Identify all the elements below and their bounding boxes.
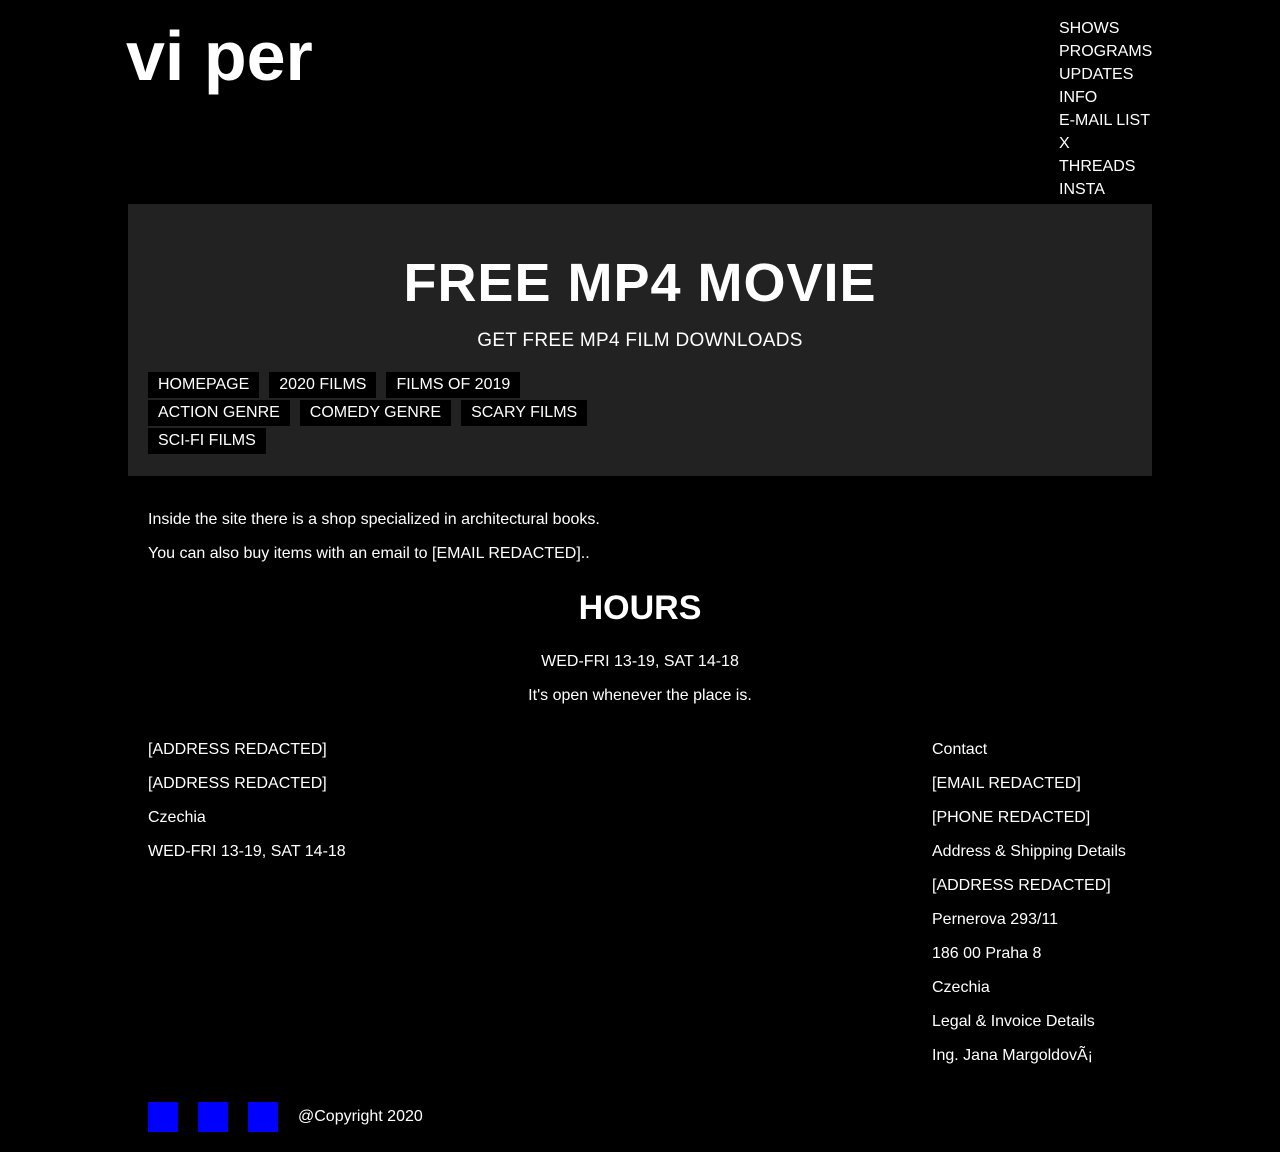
category-action-genre[interactable]: ACTION GENRE (148, 400, 290, 426)
nav-link-shows[interactable]: SHOWS (1059, 20, 1119, 37)
shipping-heading: Address & Shipping Details (932, 843, 1126, 860)
shipping-street: Pernerova 293/11 (932, 911, 1059, 928)
nav-item-insta: INSTA (1059, 178, 1152, 201)
site-logo[interactable]: vi per (126, 10, 313, 102)
nav-item-x: X (1059, 132, 1152, 155)
category-comedy-genre[interactable]: COMEDY GENRE (299, 400, 452, 426)
intro-line: Inside the site there is a shop speciali… (148, 511, 600, 528)
address-line: [ADDRESS REDACTED] (148, 741, 327, 758)
nav-link-insta[interactable]: INSTA (1059, 181, 1105, 198)
social-icon[interactable] (198, 1102, 228, 1132)
social-icon[interactable] (148, 1102, 178, 1132)
shipping-city: 186 00 Praha 8 (932, 945, 1042, 962)
contact-phone[interactable]: [PHONE REDACTED] (932, 806, 1126, 830)
address-hours: WED-FRI 13-19, SAT 14-18 (148, 843, 346, 860)
category-row: ACTION GENRE COMEDY GENRE SCARY FILMS (148, 400, 648, 428)
nav-item-shows: SHOWS (1059, 17, 1152, 40)
nav-link-x[interactable]: X (1059, 135, 1070, 152)
address-block: [ADDRESS REDACTED] [ADDRESS REDACTED] Cz… (148, 738, 346, 874)
hero-subtitle: GET FREE MP4 FILM DOWNLOADS (477, 330, 803, 351)
hours-info: WED-FRI 13-19, SAT 14-18 It's open whene… (128, 650, 1152, 718)
copyright-text: @Copyright 2020 (298, 1108, 423, 1125)
intro-line: You can also buy items with an email to … (148, 545, 590, 562)
contact-email[interactable]: [EMAIL REDACTED] (932, 772, 1126, 796)
social-icon[interactable] (248, 1102, 278, 1132)
contact-block: Contact [EMAIL REDACTED] [PHONE REDACTED… (932, 738, 1126, 1078)
nav-link-email-list[interactable]: E-MAIL LIST (1059, 112, 1150, 129)
intro-text: Inside the site there is a shop speciali… (148, 508, 600, 576)
nav-item-programs: PROGRAMS (1059, 40, 1152, 63)
address-country: Czechia (148, 809, 206, 826)
category-row: SCI-FI FILMS (148, 428, 648, 456)
shipping-address-line: [ADDRESS REDACTED] (932, 877, 1111, 894)
category-row: HOMEPAGE 2020 FILMS FILMS OF 2019 (148, 372, 648, 400)
footer: @Copyright 2020 (148, 1102, 423, 1132)
category-scary-films[interactable]: SCARY FILMS (461, 400, 588, 426)
nav-item-updates: UPDATES (1059, 63, 1152, 86)
category-menu: HOMEPAGE 2020 FILMS FILMS OF 2019 ACTION… (148, 372, 648, 456)
nav-item-info: INFO (1059, 86, 1152, 109)
category-films-of-2019[interactable]: FILMS OF 2019 (386, 372, 521, 398)
category-2020-films[interactable]: 2020 FILMS (269, 372, 377, 398)
legal-name: Ing. Jana MargoldovÃ¡ (932, 1047, 1093, 1064)
nav-link-info[interactable]: INFO (1059, 89, 1097, 106)
contact-heading: Contact (932, 741, 988, 758)
nav-item-email-list: E-MAIL LIST (1059, 109, 1152, 132)
hours-schedule: WED-FRI 13-19, SAT 14-18 (541, 653, 739, 670)
nav-item-threads: THREADS (1059, 155, 1152, 178)
hours-note: It's open whenever the place is. (528, 687, 752, 704)
category-sci-fi-films[interactable]: SCI-FI FILMS (148, 428, 266, 454)
address-line: [ADDRESS REDACTED] (148, 775, 327, 792)
hero-banner: FREE MP4 MOVIE GET FREE MP4 FILM DOWNLOA… (128, 204, 1152, 476)
top-navigation: SHOWS PROGRAMS UPDATES INFO E-MAIL LIST … (1059, 17, 1152, 201)
legal-heading: Legal & Invoice Details (932, 1013, 1095, 1030)
nav-link-updates[interactable]: UPDATES (1059, 66, 1133, 83)
shipping-country: Czechia (932, 979, 990, 996)
category-homepage[interactable]: HOMEPAGE (148, 372, 260, 398)
nav-link-programs[interactable]: PROGRAMS (1059, 43, 1152, 60)
nav-link-threads[interactable]: THREADS (1059, 158, 1135, 175)
hero-title: FREE MP4 MOVIE (403, 253, 877, 313)
hours-heading: HOURS (578, 589, 702, 627)
